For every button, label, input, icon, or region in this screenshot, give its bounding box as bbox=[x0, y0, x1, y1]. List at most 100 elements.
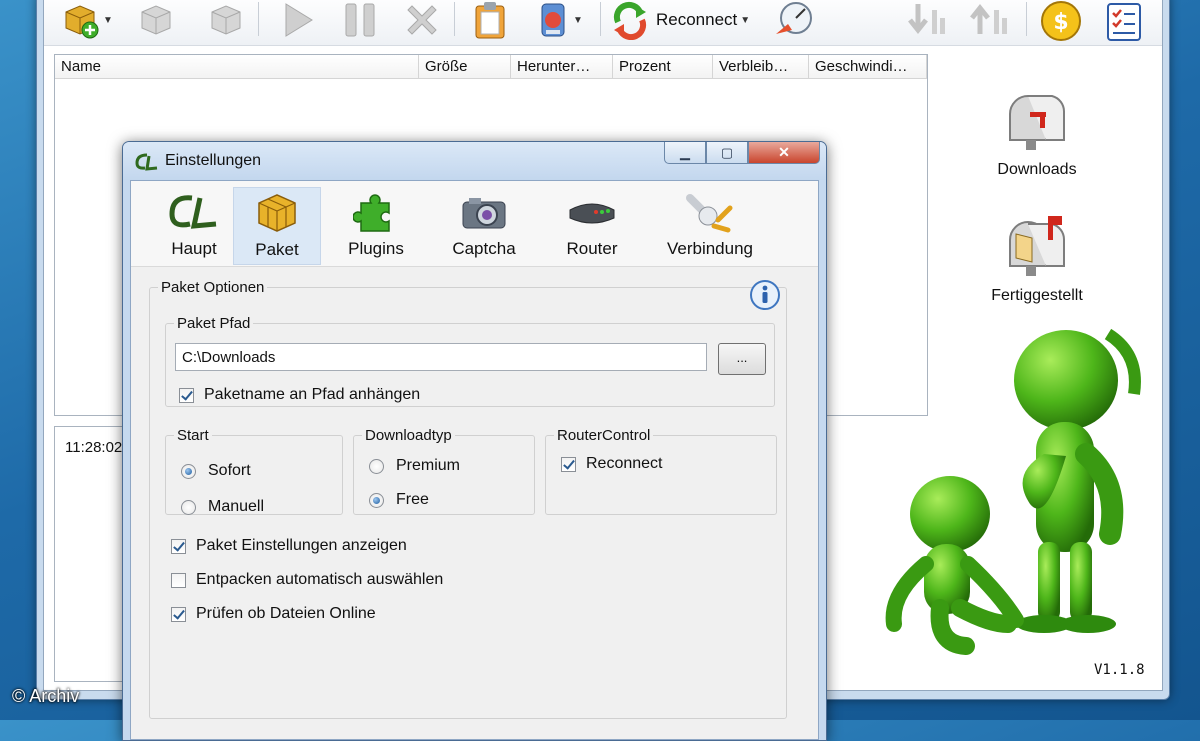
downloadtype-premium-label: Premium bbox=[396, 457, 461, 474]
column-header-size[interactable]: Größe bbox=[419, 55, 511, 78]
router-reconnect-option[interactable]: Reconnect bbox=[561, 455, 663, 473]
tab-label: Haupt bbox=[171, 239, 217, 258]
close-button[interactable]: ✕ bbox=[748, 142, 820, 164]
chevron-down-icon[interactable]: ▼ bbox=[573, 15, 583, 26]
donate-icon: $ bbox=[1041, 1, 1081, 41]
check-files-online-option[interactable]: Prüfen ob Dateien Online bbox=[171, 605, 376, 623]
package-grey-icon bbox=[211, 5, 241, 35]
sidebar-item-downloads[interactable]: Downloads bbox=[962, 90, 1112, 179]
tab-label: Paket bbox=[255, 240, 299, 259]
play-icon bbox=[285, 3, 313, 37]
dialog-titlebar[interactable]: Einstellungen ▁ ▢ ✕ bbox=[123, 142, 826, 180]
add-package-icon bbox=[65, 5, 99, 39]
settings-dialog: Einstellungen ▁ ▢ ✕ Haupt Paket Plugins … bbox=[122, 141, 827, 741]
downloadtype-option-premium[interactable]: Premium bbox=[369, 457, 460, 475]
sidebar-item-finished[interactable]: Fertiggestellt bbox=[962, 216, 1112, 305]
downloadtype-free-radio[interactable] bbox=[369, 492, 384, 508]
start-option-sofort[interactable]: Sofort bbox=[181, 462, 251, 480]
add-package-button[interactable]: ▼ bbox=[60, 0, 113, 40]
stop-icon bbox=[407, 5, 437, 35]
clipboard-icon bbox=[475, 2, 505, 39]
start-legend: Start bbox=[177, 427, 209, 444]
chevron-down-icon[interactable]: ▼ bbox=[740, 15, 750, 26]
close-icon: ✕ bbox=[778, 144, 790, 160]
mascot-illustration bbox=[885, 328, 1141, 655]
dialog-title: Einstellungen bbox=[165, 152, 262, 169]
append-package-name-checkbox[interactable] bbox=[179, 387, 194, 403]
downloadtype-premium-radio[interactable] bbox=[369, 458, 384, 474]
toolbar-separator bbox=[258, 2, 259, 36]
reconnect-button[interactable]: Reconnect ▼ bbox=[610, 0, 750, 40]
puzzle-icon bbox=[353, 194, 390, 232]
package-settings-button[interactable] bbox=[206, 0, 246, 40]
routercontrol-legend: RouterControl bbox=[557, 427, 651, 444]
router-reconnect-checkbox[interactable] bbox=[561, 456, 576, 472]
remove-package-button[interactable] bbox=[136, 0, 176, 40]
start-manuell-radio[interactable] bbox=[181, 499, 196, 515]
append-package-name-label: Paketname an Pfad anhängen bbox=[204, 386, 421, 403]
info-icon[interactable] bbox=[749, 279, 781, 311]
speed-gauge-icon bbox=[776, 2, 812, 34]
update-button[interactable]: ▼ bbox=[536, 0, 583, 40]
tab-label: Router bbox=[566, 239, 618, 258]
browse-button[interactable]: ... bbox=[718, 343, 766, 375]
svg-text:$: $ bbox=[1053, 10, 1068, 35]
move-down-button[interactable] bbox=[906, 0, 950, 40]
dialog-body: Haupt Paket Plugins Captcha Router Verbi… bbox=[130, 180, 819, 740]
append-package-name-option[interactable]: Paketname an Pfad anhängen bbox=[179, 386, 420, 404]
stop-button[interactable] bbox=[402, 0, 442, 40]
start-manuell-label: Manuell bbox=[208, 498, 265, 515]
column-header-percent[interactable]: Prozent bbox=[613, 55, 713, 78]
toolbar-separator bbox=[600, 2, 601, 36]
checklist-button[interactable] bbox=[1104, 0, 1144, 42]
tab-label: Captcha bbox=[452, 239, 516, 258]
move-down-icon bbox=[908, 4, 945, 35]
column-header-speed[interactable]: Geschwindi… bbox=[809, 55, 927, 78]
package-path-legend: Paket Pfad bbox=[177, 315, 251, 332]
start-button[interactable] bbox=[280, 0, 316, 40]
donate-button[interactable]: $ bbox=[1040, 0, 1082, 42]
reconnect-icon bbox=[613, 1, 647, 40]
plug-icon bbox=[686, 194, 733, 233]
tab-verbindung[interactable]: Verbindung bbox=[651, 187, 769, 265]
cl-logo-icon bbox=[169, 195, 217, 229]
downloadtype-option-free[interactable]: Free bbox=[369, 491, 429, 509]
show-package-settings-checkbox[interactable] bbox=[171, 538, 186, 554]
speed-limit-button[interactable] bbox=[772, 0, 814, 40]
checklist-icon bbox=[1107, 3, 1141, 41]
tab-router[interactable]: Router bbox=[547, 187, 637, 265]
mailbox-open-icon bbox=[1009, 216, 1066, 276]
mailbox-closed-icon bbox=[1009, 95, 1066, 150]
move-up-button[interactable] bbox=[968, 0, 1012, 40]
update-icon bbox=[541, 3, 565, 37]
column-header-name[interactable]: Name bbox=[55, 55, 419, 78]
show-package-settings-label: Paket Einstellungen anzeigen bbox=[196, 537, 407, 554]
pause-button[interactable] bbox=[340, 0, 380, 40]
start-sofort-radio[interactable] bbox=[181, 463, 196, 479]
check-files-online-checkbox[interactable] bbox=[171, 606, 186, 622]
column-header-remaining[interactable]: Verbleib… bbox=[713, 55, 809, 78]
copyright-watermark: © Archiv bbox=[12, 686, 80, 706]
start-option-manuell[interactable]: Manuell bbox=[181, 498, 264, 516]
package-path-input[interactable] bbox=[175, 343, 707, 371]
tab-captcha[interactable]: Captcha bbox=[439, 187, 529, 265]
minimize-button[interactable]: ▁ bbox=[664, 142, 706, 164]
chevron-down-icon[interactable]: ▼ bbox=[103, 15, 113, 26]
router-reconnect-label: Reconnect bbox=[586, 455, 663, 472]
show-package-settings-option[interactable]: Paket Einstellungen anzeigen bbox=[171, 537, 407, 555]
maximize-button[interactable]: ▢ bbox=[706, 142, 748, 164]
column-header-downloaded[interactable]: Herunter… bbox=[511, 55, 613, 78]
downloadtype-free-label: Free bbox=[396, 491, 429, 508]
auto-extract-checkbox[interactable] bbox=[171, 572, 186, 588]
tab-paket[interactable]: Paket bbox=[233, 187, 321, 265]
router-icon bbox=[569, 203, 615, 224]
tab-haupt[interactable]: Haupt bbox=[149, 187, 239, 265]
camera-icon bbox=[462, 198, 506, 229]
minimize-icon: ▁ bbox=[680, 144, 690, 160]
sidebar-label-finished: Fertiggestellt bbox=[991, 287, 1083, 304]
toolbar-separator bbox=[454, 2, 455, 36]
auto-extract-option[interactable]: Entpacken automatisch auswählen bbox=[171, 571, 443, 589]
app-logo-icon bbox=[135, 153, 158, 171]
clipboard-button[interactable] bbox=[472, 0, 508, 40]
tab-plugins[interactable]: Plugins bbox=[331, 187, 421, 265]
